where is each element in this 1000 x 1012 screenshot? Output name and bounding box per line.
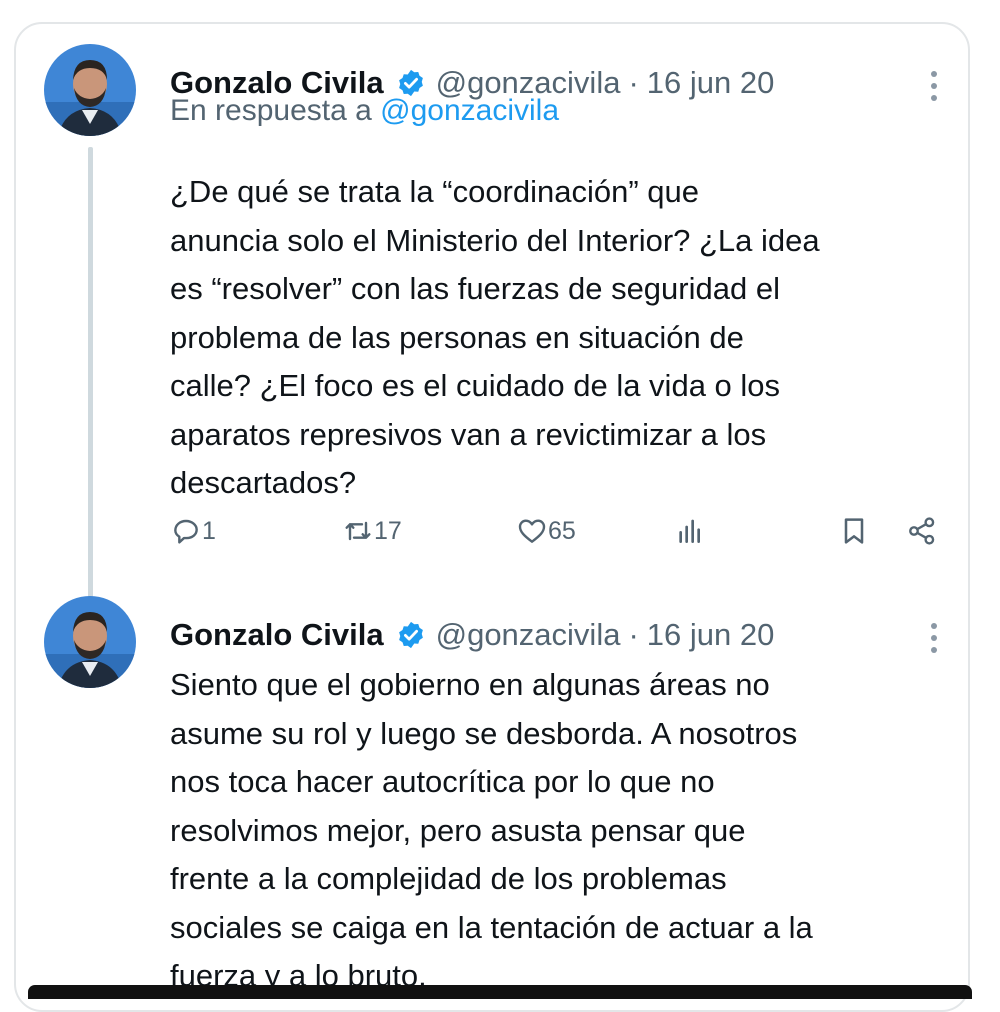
verified-badge-icon xyxy=(398,621,423,649)
reply-icon xyxy=(174,519,198,544)
views-button[interactable] xyxy=(674,508,706,554)
separator-dot: · xyxy=(628,617,639,652)
bookmark-button[interactable] xyxy=(838,508,870,554)
like-button[interactable]: 65 xyxy=(516,508,576,554)
bookmark-icon xyxy=(844,518,864,544)
like-count: 65 xyxy=(548,516,576,545)
tweet-text: Siento que el gobierno en algunas áreas … xyxy=(170,667,813,993)
repost-button[interactable]: 17 xyxy=(342,508,402,554)
reply-context: En respuesta a @gonzacivila xyxy=(170,94,559,128)
reply-prefix: En respuesta a xyxy=(170,94,372,127)
tweet-date[interactable]: 16 jun 20 xyxy=(647,617,775,653)
heart-icon xyxy=(518,519,546,543)
tweet-date[interactable]: 16 jun 20 xyxy=(647,65,775,101)
repost-icon xyxy=(345,521,371,541)
author-handle[interactable]: @gonzacivila xyxy=(436,617,621,653)
bottom-edge-bar xyxy=(28,985,972,999)
separator-dot: · xyxy=(628,65,639,100)
tweet-text: ¿De qué se trata la “coordinación” que a… xyxy=(170,174,820,500)
share-icon xyxy=(909,517,935,545)
reply-mention-link[interactable]: @gonzacivila xyxy=(380,94,559,127)
reply-button[interactable]: 1 xyxy=(170,508,216,554)
share-button[interactable] xyxy=(906,508,938,554)
avatar[interactable] xyxy=(44,596,136,688)
repost-count: 17 xyxy=(374,516,402,545)
thread-connector-line xyxy=(88,147,93,613)
avatar-image xyxy=(44,596,136,688)
author-name[interactable]: Gonzalo Civila xyxy=(170,617,384,653)
more-options-icon[interactable] xyxy=(924,620,944,656)
views-icon xyxy=(679,519,700,543)
more-options-icon[interactable] xyxy=(924,68,944,104)
avatar-image xyxy=(44,44,136,136)
tweet-actions: 1 17 65 xyxy=(170,508,960,554)
reply-count: 1 xyxy=(202,516,216,545)
tweet-header: Gonzalo Civila @gonzacivila · 16 jun 20 xyxy=(170,613,774,657)
tweet-thread-card: Gonzalo Civila @gonzacivila · 16 jun 20 … xyxy=(14,22,970,1012)
avatar[interactable] xyxy=(44,44,136,136)
